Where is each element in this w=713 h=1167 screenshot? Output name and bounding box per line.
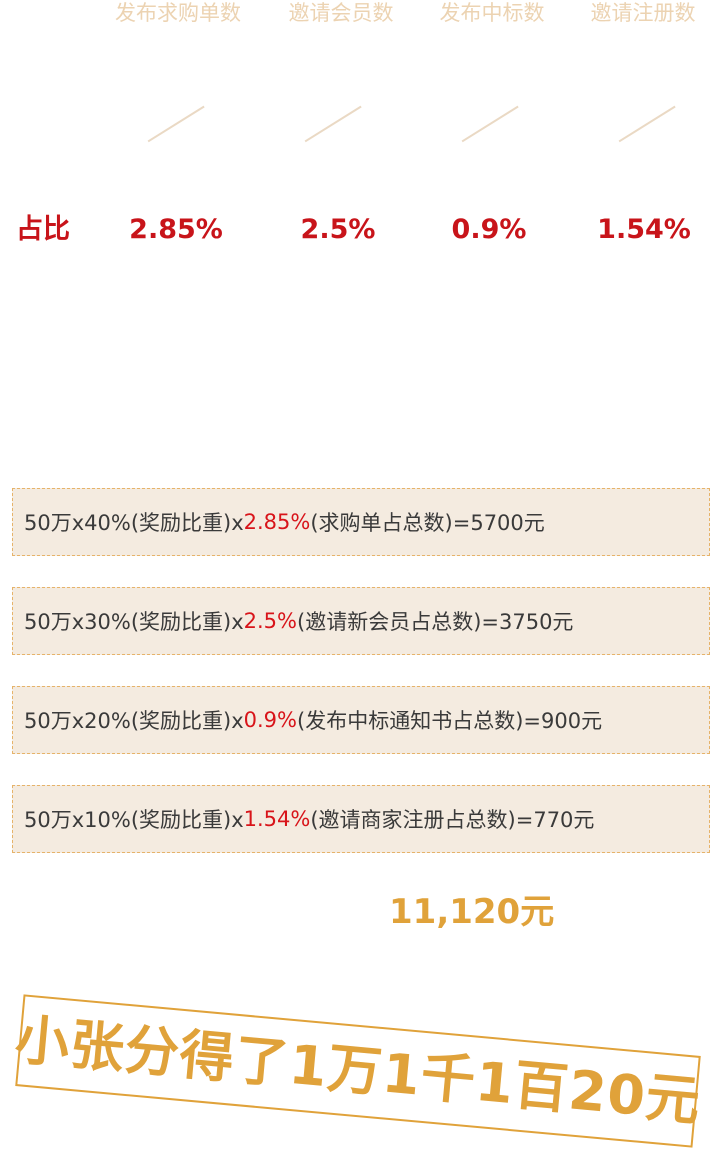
- formula-prefix: 50万x40%(奖励比重)x: [24, 511, 244, 535]
- header-invite-members: 邀请会员数: [288, 1, 394, 25]
- result-stamp: 小张分得了1万1千1百20元: [12, 994, 704, 1148]
- divider-line: [304, 105, 362, 142]
- formula-suffix: (邀请新会员占总数)=3750元: [297, 610, 574, 634]
- formula-box-winning-bids: 50万x20%(奖励比重)x 0.9% (发布中标通知书占总数)=900元: [12, 686, 710, 754]
- header-post-purchase-orders: 发布求购单数: [115, 1, 241, 25]
- divider-line: [147, 105, 205, 142]
- formula-suffix: (邀请商家注册占总数)=770元: [310, 808, 595, 832]
- ratio-value-purchase-orders: 2.85%: [129, 214, 223, 245]
- formula-box-invite-registrations: 50万x10%(奖励比重)x 1.54% (邀请商家注册占总数)=770元: [12, 785, 710, 853]
- ratio-value-winning-bids: 0.9%: [451, 214, 527, 245]
- result-stamp-text: 小张分得了1万1千1百20元: [12, 1007, 704, 1134]
- header-row: 发布求购单数 邀请会员数 发布中标数 邀请注册数: [0, 0, 713, 28]
- total-amount: 11,120元: [389, 892, 555, 932]
- formula-highlight: 0.9%: [243, 708, 297, 732]
- formula-prefix: 50万x10%(奖励比重)x: [24, 808, 244, 832]
- formula-box-purchase-orders: 50万x40%(奖励比重)x 2.85% (求购单占总数)=5700元: [12, 488, 710, 556]
- ratio-label: 占比: [16, 214, 70, 245]
- formula-box-invite-members: 50万x30%(奖励比重)x 2.5% (邀请新会员占总数)=3750元: [12, 587, 710, 655]
- formula-highlight: 1.54%: [243, 807, 311, 831]
- divider-line: [461, 105, 519, 142]
- header-invite-registrations: 邀请注册数: [590, 1, 696, 25]
- formula-prefix: 50万x30%(奖励比重)x: [24, 610, 244, 634]
- formula-prefix: 50万x20%(奖励比重)x: [24, 709, 244, 733]
- ratio-value-invite-registrations: 1.54%: [597, 214, 691, 245]
- formula-suffix: (发布中标通知书占总数)=900元: [297, 709, 603, 733]
- formula-suffix: (求购单占总数)=5700元: [310, 511, 545, 535]
- formula-highlight: 2.85%: [243, 510, 311, 534]
- ratio-value-invite-members: 2.5%: [300, 214, 376, 245]
- formula-highlight: 2.5%: [243, 609, 297, 633]
- header-post-winning-bids: 发布中标数: [439, 1, 545, 25]
- divider-line: [618, 105, 676, 142]
